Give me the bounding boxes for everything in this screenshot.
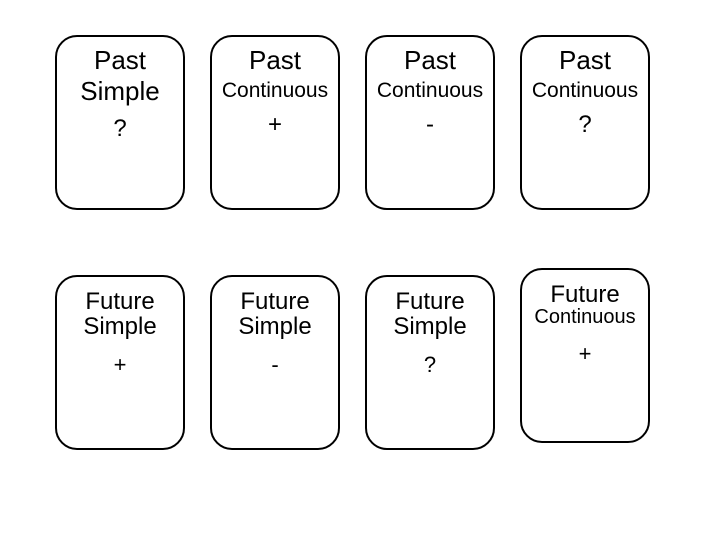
polarity-symbol: + [522, 342, 648, 365]
tense-label: Future [367, 289, 493, 314]
card-future-simple-q: Future Simple ? [365, 275, 495, 450]
aspect-label: Simple [57, 78, 183, 105]
aspect-label: Continuous [522, 80, 648, 102]
aspect-label: Simple [212, 314, 338, 339]
tense-label: Past [367, 47, 493, 74]
polarity-symbol: - [367, 112, 493, 137]
tense-label: Past [57, 47, 183, 74]
aspect-label: Continuous [367, 80, 493, 102]
card-future-simple-neg: Future Simple - [210, 275, 340, 450]
card-future-continuous-pos: Future Continuous + [520, 268, 650, 443]
aspect-label: Continuous [212, 80, 338, 102]
aspect-label: Simple [57, 314, 183, 339]
card-grid: Past Simple ? Past Continuous + Past Con… [0, 0, 720, 540]
polarity-symbol: + [57, 353, 183, 376]
tense-label: Past [522, 47, 648, 74]
polarity-symbol: + [212, 112, 338, 137]
polarity-symbol: - [212, 353, 338, 376]
card-past-continuous-neg: Past Continuous - [365, 35, 495, 210]
polarity-symbol: ? [522, 112, 648, 137]
card-past-continuous-pos: Past Continuous + [210, 35, 340, 210]
aspect-label: Continuous [522, 307, 648, 328]
tense-label: Future [57, 289, 183, 314]
tense-label: Future [522, 282, 648, 307]
polarity-symbol: ? [367, 353, 493, 376]
aspect-label: Simple [367, 314, 493, 339]
tense-label: Future [212, 289, 338, 314]
card-future-simple-pos: Future Simple + [55, 275, 185, 450]
card-past-simple-q: Past Simple ? [55, 35, 185, 210]
polarity-symbol: ? [57, 116, 183, 141]
card-past-continuous-q: Past Continuous ? [520, 35, 650, 210]
tense-label: Past [212, 47, 338, 74]
